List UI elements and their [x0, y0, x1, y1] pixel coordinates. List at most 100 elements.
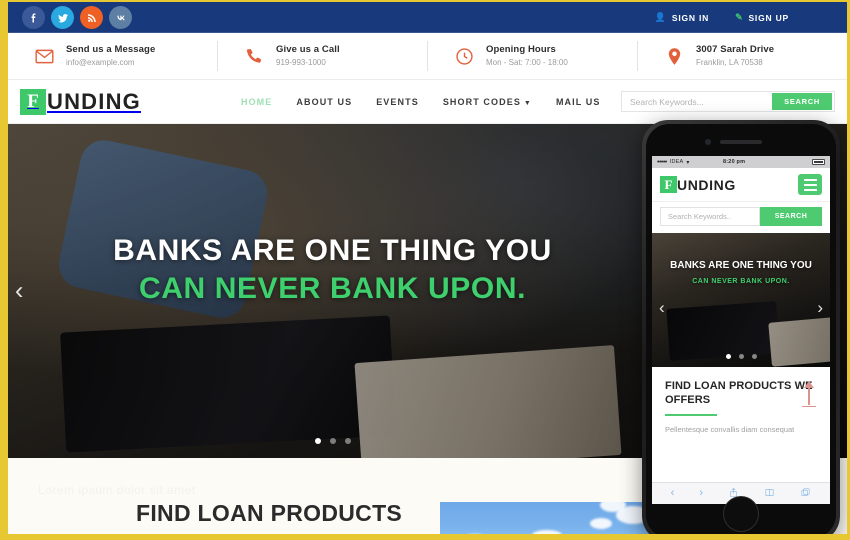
nav-label: EVENTS [376, 96, 419, 107]
phone-hero-next-arrow[interactable]: › [817, 298, 823, 318]
nav-item-about-us[interactable]: ABOUT US [296, 97, 352, 107]
cloud-shape [464, 534, 486, 540]
phone-hero-pagination [652, 354, 830, 359]
chevron-down-icon: ▼ [523, 99, 532, 107]
logo-text: UNDING [47, 88, 141, 114]
nav-label: SHORT CODES [442, 96, 521, 107]
contact-sub: Franklin, LA 70538 [696, 58, 763, 67]
phone-search-input[interactable]: Search Keywords.. [660, 207, 760, 226]
phone-bezel: ••••• IDEA ▾ 8:20 pm F UNDING Search Key… [646, 124, 836, 534]
phone-hero-line2: CAN NEVER BANK UPON. [692, 278, 790, 285]
nav-label: ABOUT US [296, 96, 353, 107]
contact-title: Opening Hours [486, 44, 556, 55]
top-social-bar: 👤 SIGN IN ✎ SIGN UP [8, 2, 847, 33]
nav-label: MAIL US [555, 96, 601, 107]
phone-hero-slider: BANKS ARE ONE THING YOU CAN NEVER BANK U… [652, 233, 830, 367]
contact-sub: Mon - Sat: 7:00 - 18:00 [486, 58, 568, 67]
contact-info-bar: Send us a Message info@example.com Give … [8, 33, 847, 80]
wifi-icon: ▾ [686, 159, 690, 166]
search-button[interactable]: SEARCH [772, 93, 832, 110]
envelope-icon [34, 46, 55, 67]
facebook-icon[interactable] [22, 6, 45, 29]
sign-in-link[interactable]: 👤 SIGN IN [655, 12, 709, 23]
search-input[interactable] [622, 92, 773, 111]
phone-hero-dot-2[interactable] [738, 354, 744, 359]
phone-heading-underline [665, 414, 717, 416]
clock-label: 8:20 pm [723, 159, 746, 165]
pencil-square-icon: ✎ [735, 12, 744, 22]
contact-text: Opening Hours Mon - Sat: 7:00 - 18:00 [486, 43, 568, 69]
contact-item-address: 3007 Sarah Drive Franklin, LA 70538 [638, 41, 847, 71]
contact-text: 3007 Sarah Drive Franklin, LA 70538 [696, 43, 774, 69]
vk-icon[interactable] [109, 6, 132, 29]
sky-image [440, 502, 665, 540]
phone-search-button[interactable]: SEARCH [760, 207, 822, 226]
phone-header: F UNDING [652, 168, 830, 202]
section-watermark-text: Lorem ipsum dolor sit amet [38, 483, 196, 497]
tabs-icon[interactable] [800, 487, 811, 501]
nav-item-events[interactable]: EVENTS [376, 97, 419, 107]
nav-item-short-codes[interactable]: SHORT CODES ▼ [443, 97, 532, 107]
contact-title: Give us a Call [276, 44, 340, 55]
phone-search: Search Keywords.. SEARCH [652, 202, 830, 233]
phone-mockup: ••••• IDEA ▾ 8:20 pm F UNDING Search Key… [642, 120, 840, 534]
hero-dot-1[interactable] [314, 438, 321, 444]
clock-icon [454, 46, 475, 67]
phone-content: FIND LOAN PRODUCTS WE OFFERS Pellentesqu… [652, 367, 830, 434]
auth-links: 👤 SIGN IN ✎ SIGN UP [655, 12, 833, 23]
page-root: 👤 SIGN IN ✎ SIGN UP Send us a Message in… [0, 0, 850, 540]
map-pin-icon [664, 46, 685, 67]
hero-pagination [8, 438, 657, 444]
phone-content-paragraph: Pellentesque convallis diam consequat [665, 425, 795, 434]
phone-logo-text: UNDING [677, 176, 736, 193]
main-menu: HOME ABOUT US EVENTS SHORT CODES ▼ MAIL U… [241, 97, 601, 107]
contact-item-message: Send us a Message info@example.com [8, 41, 218, 71]
cloud-shape [590, 518, 612, 529]
phone-home-button[interactable] [723, 496, 759, 532]
phone-hero-overlay [652, 233, 830, 367]
phone-screen: ••••• IDEA ▾ 8:20 pm F UNDING Search Key… [652, 156, 830, 504]
phone-icon [244, 46, 265, 67]
phone-hero-dot-1[interactable] [725, 354, 731, 359]
phone-content-heading: FIND LOAN PRODUCTS WE OFFERS [665, 380, 813, 406]
phone-logo-badge: F [660, 176, 677, 193]
contact-text: Send us a Message info@example.com [66, 43, 155, 69]
phone-camera [705, 139, 711, 145]
phone-hero-prev-arrow[interactable]: ‹ [659, 298, 665, 318]
phone-hero-dot-3[interactable] [751, 354, 757, 359]
twitter-icon[interactable] [51, 6, 74, 29]
sign-up-link[interactable]: ✎ SIGN UP [735, 12, 789, 23]
hero-dot-2[interactable] [329, 438, 336, 444]
hero-headline-line1: BANKS ARE ONE THING YOU [113, 234, 552, 267]
nav-item-home[interactable]: HOME [241, 97, 272, 107]
forward-icon[interactable]: › [699, 488, 703, 499]
carrier-label: IDEA [669, 159, 684, 165]
contact-title: 3007 Sarah Drive [696, 44, 775, 55]
nav-label: HOME [240, 96, 273, 107]
contact-title: Send us a Message [66, 44, 156, 55]
hero-headline-line2: CAN NEVER BANK UPON. [138, 272, 527, 305]
contact-item-call: Give us a Call 919-993-1000 [218, 41, 428, 71]
social-links [22, 6, 132, 29]
upward-arrow-icon [801, 381, 817, 407]
contact-sub: 919-993-1000 [276, 58, 326, 67]
section-heading: FIND LOAN PRODUCTS WE OFFERS [136, 500, 403, 534]
bookmarks-icon[interactable] [764, 487, 775, 501]
site-logo[interactable]: F UNDING [20, 88, 141, 115]
hamburger-icon[interactable] [798, 174, 822, 195]
battery-icon [811, 159, 825, 165]
hero-prev-arrow[interactable]: ‹ [15, 277, 23, 306]
signal-icon: ••••• [657, 158, 667, 166]
contact-text: Give us a Call 919-993-1000 [276, 43, 340, 69]
logo-badge: F [20, 88, 46, 115]
header-search: SEARCH [621, 91, 835, 112]
contact-sub: info@example.com [66, 58, 135, 67]
nav-item-mail-us[interactable]: MAIL US [556, 97, 601, 107]
main-navbar: F UNDING HOME ABOUT US EVENTS SHORT CODE… [8, 80, 847, 124]
back-icon[interactable]: ‹ [671, 488, 675, 499]
phone-speaker [720, 140, 762, 144]
hero-dot-3[interactable] [344, 438, 351, 444]
rss-icon[interactable] [80, 6, 103, 29]
sign-up-label: SIGN UP [748, 12, 789, 23]
cloud-shape [532, 530, 562, 534]
